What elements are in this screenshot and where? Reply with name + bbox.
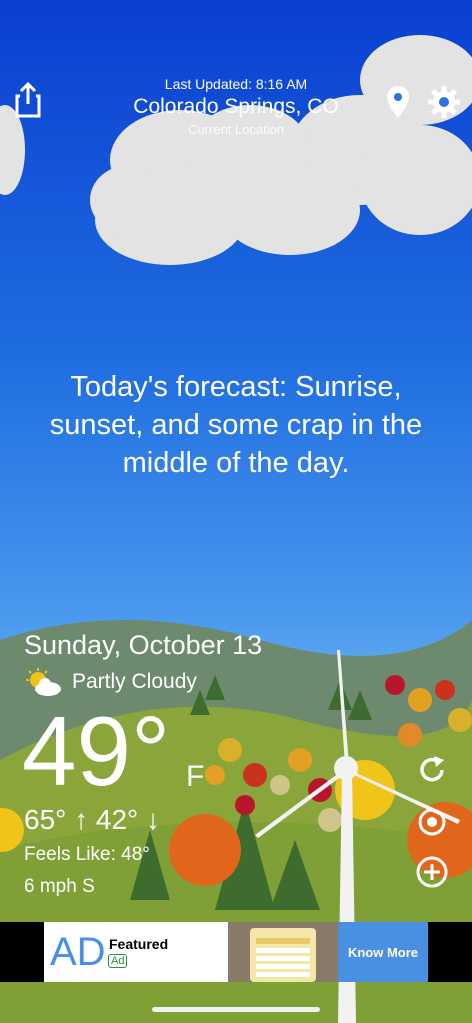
refresh-icon <box>420 756 444 782</box>
feels-like: Feels Like: 48° <box>24 844 150 865</box>
forecast-date: Sunday, October 13 <box>24 630 263 660</box>
location-subtitle: Current Location <box>187 122 285 137</box>
ad-cta-button[interactable]: Know More <box>338 922 428 982</box>
camera-button[interactable] <box>410 800 454 844</box>
ad-title: Featured <box>109 936 169 952</box>
high-low-temperature: 65° ↑ 42° ↓ <box>24 804 161 835</box>
forecast-quip: Today's forecast: Sunrise, sunset, and s… <box>49 371 423 479</box>
current-temperature: 49° <box>22 696 171 806</box>
ad-tag: Ad <box>108 954 128 968</box>
settings-button[interactable] <box>424 82 464 122</box>
plus-circle-icon <box>416 856 448 888</box>
landscape <box>0 620 472 1023</box>
camera-icon <box>418 808 446 836</box>
ad-logo: AD <box>50 930 106 974</box>
condition-label: Partly Cloudy <box>72 670 197 693</box>
home-indicator[interactable] <box>152 1007 320 1012</box>
wind-speed: 6 mph S <box>24 876 95 897</box>
temperature-unit[interactable]: F <box>186 760 204 794</box>
refresh-button[interactable] <box>410 748 454 792</box>
ad-image <box>228 922 338 982</box>
add-location-button[interactable] <box>410 850 454 894</box>
gear-icon <box>428 86 460 118</box>
partly-cloudy-icon <box>26 668 61 696</box>
location-pin-icon <box>387 86 409 118</box>
location-button[interactable] <box>384 84 412 120</box>
